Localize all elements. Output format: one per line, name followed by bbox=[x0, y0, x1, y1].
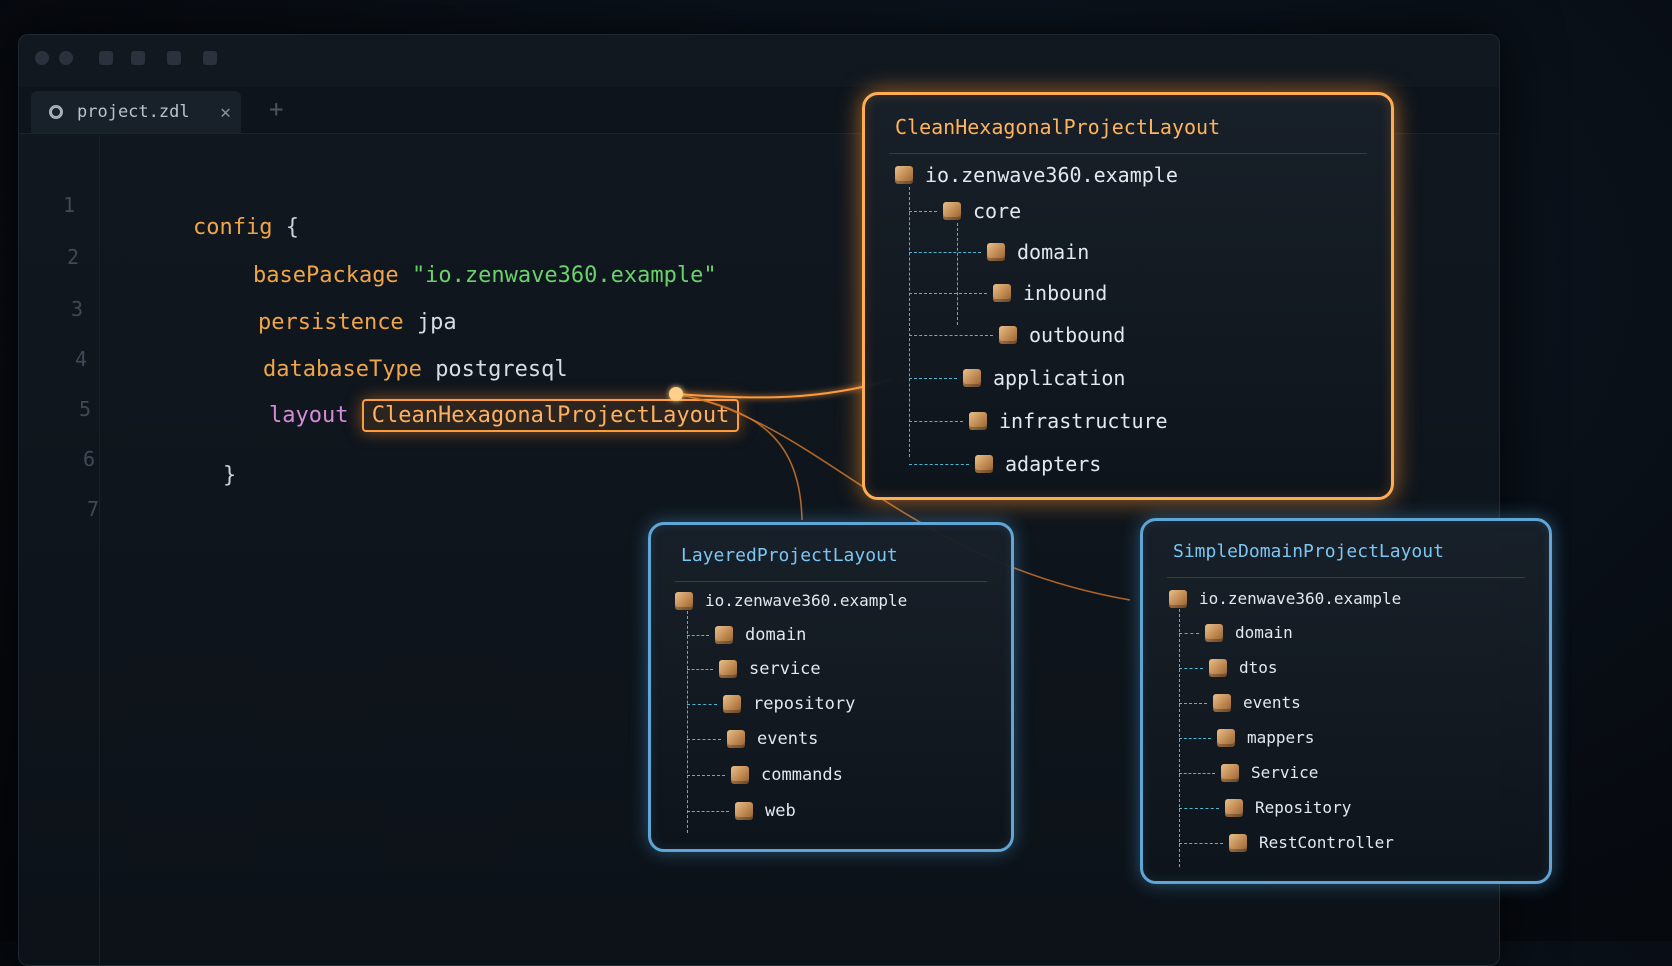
wire-anchor-dot bbox=[669, 387, 683, 401]
tree-item[interactable]: application bbox=[963, 366, 1125, 390]
stage: project.zdl ✕ + 1 2 3 4 5 6 7 config { b… bbox=[0, 0, 1672, 966]
tree-tick bbox=[1179, 632, 1199, 634]
tree-item[interactable]: commands bbox=[731, 765, 843, 785]
tree-tick bbox=[909, 252, 981, 253]
tree-item[interactable]: Service bbox=[1221, 763, 1318, 782]
package-box-icon bbox=[1209, 658, 1227, 677]
package-box-icon bbox=[963, 369, 981, 387]
tree-tick bbox=[1179, 667, 1203, 669]
card-layered[interactable]: LayeredProjectLayout io.zenwave360.examp… bbox=[648, 522, 1014, 852]
tree-tick bbox=[909, 293, 987, 294]
tree-tick bbox=[1179, 737, 1211, 739]
tree-tick bbox=[1179, 772, 1215, 774]
package-box-icon bbox=[993, 284, 1011, 302]
wire-to-hexagonal bbox=[675, 379, 891, 399]
tree-item[interactable]: RestController bbox=[1229, 833, 1394, 852]
package-box-icon bbox=[999, 326, 1017, 344]
tree-tick bbox=[1179, 807, 1219, 809]
tree-item[interactable]: inbound bbox=[993, 281, 1107, 305]
tree-item[interactable]: adapters bbox=[975, 452, 1101, 476]
package-box-icon bbox=[723, 695, 741, 713]
package-box-icon bbox=[1229, 833, 1247, 852]
tree-item[interactable]: domain bbox=[715, 625, 806, 645]
tree-tick bbox=[1179, 702, 1207, 704]
package-box-icon bbox=[735, 802, 753, 820]
tree-tick bbox=[687, 669, 713, 670]
tree-tick bbox=[909, 335, 993, 336]
tree-tick bbox=[687, 635, 709, 636]
tree-root[interactable]: io.zenwave360.example bbox=[895, 163, 1178, 187]
tree-item[interactable]: service bbox=[719, 659, 821, 679]
tree-tick bbox=[687, 739, 721, 740]
tree-connector bbox=[909, 187, 910, 457]
tree-connector bbox=[687, 611, 688, 833]
package-box-icon bbox=[715, 626, 733, 644]
tree-item[interactable]: repository bbox=[723, 694, 855, 714]
tree-item[interactable]: outbound bbox=[999, 323, 1125, 347]
tree-tick bbox=[909, 464, 969, 465]
divider bbox=[889, 153, 1367, 154]
package-box-icon bbox=[1213, 693, 1231, 712]
package-box-icon bbox=[895, 166, 913, 184]
package-box-icon bbox=[727, 730, 745, 748]
card-title: SimpleDomainProjectLayout bbox=[1173, 541, 1444, 562]
package-box-icon bbox=[1217, 728, 1235, 747]
divider bbox=[1167, 577, 1525, 578]
tree-item[interactable]: domain bbox=[987, 240, 1089, 264]
tree-item[interactable]: infrastructure bbox=[969, 409, 1168, 433]
tree-item[interactable]: dtos bbox=[1209, 658, 1278, 677]
tree-item[interactable]: Repository bbox=[1225, 798, 1351, 817]
package-box-icon bbox=[1205, 623, 1223, 642]
tree-item[interactable]: domain bbox=[1205, 623, 1293, 642]
package-box-icon bbox=[675, 591, 693, 610]
card-simple-domain[interactable]: SimpleDomainProjectLayout io.zenwave360.… bbox=[1140, 518, 1552, 884]
package-box-icon bbox=[969, 412, 987, 430]
package-box-icon bbox=[1169, 589, 1187, 608]
divider bbox=[675, 581, 987, 582]
package-box-icon bbox=[987, 243, 1005, 261]
tree-tick bbox=[909, 421, 963, 422]
tree-item[interactable]: mappers bbox=[1217, 728, 1314, 747]
tree-tick bbox=[1179, 842, 1223, 844]
package-box-icon bbox=[719, 660, 737, 678]
tree-tick bbox=[687, 811, 729, 812]
card-title: LayeredProjectLayout bbox=[681, 545, 898, 566]
tree-item-core[interactable]: core bbox=[943, 199, 1021, 223]
tree-item[interactable]: events bbox=[1213, 693, 1301, 712]
tree-root[interactable]: io.zenwave360.example bbox=[1169, 589, 1401, 608]
tree-tick bbox=[687, 775, 725, 776]
package-box-icon bbox=[731, 766, 749, 784]
package-box-icon bbox=[943, 202, 961, 220]
tree-item[interactable]: web bbox=[735, 801, 796, 821]
tree-tick bbox=[909, 378, 957, 379]
tree-tick bbox=[687, 704, 717, 705]
tree-connector bbox=[957, 223, 958, 325]
package-box-icon bbox=[1225, 798, 1243, 817]
tree-item[interactable]: events bbox=[727, 729, 818, 749]
card-title: CleanHexagonalProjectLayout bbox=[895, 115, 1221, 139]
package-box-icon bbox=[1221, 763, 1239, 782]
card-clean-hexagonal[interactable]: CleanHexagonalProjectLayout io.zenwave36… bbox=[862, 92, 1394, 500]
package-box-icon bbox=[975, 455, 993, 473]
tree-tick bbox=[909, 211, 937, 212]
tree-root[interactable]: io.zenwave360.example bbox=[675, 591, 907, 610]
